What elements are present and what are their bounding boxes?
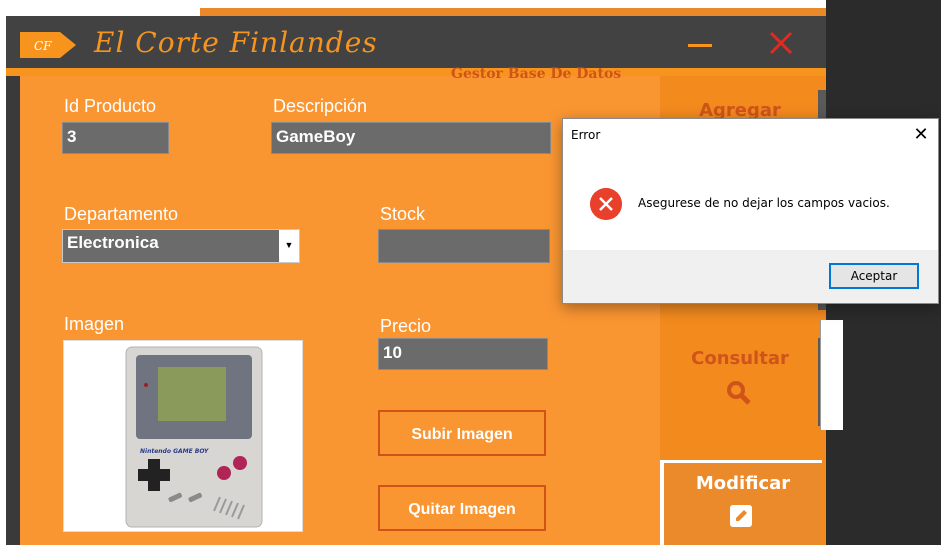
department-select[interactable]: Electronica ▼ [62,229,300,263]
department-label: Departamento [64,204,179,224]
dialog-message: Asegurese de no dejar los campos vacios. [638,196,890,210]
app-title: El Corte Finlandes [94,26,378,59]
error-dialog: Error ✕ Asegurese de no dejar los campos… [562,118,939,304]
upload-image-button[interactable]: Subir Imagen [378,410,546,456]
modify-label: Modificar [695,473,791,494]
window-top-strip [200,8,826,16]
background-panel [820,320,843,430]
remove-image-button[interactable]: Quitar Imagen [378,485,546,531]
close-window-button[interactable] [764,26,798,60]
modify-button[interactable]: Modificar [664,463,822,545]
stock-label: Stock [380,204,426,224]
chevron-down-icon[interactable]: ▼ [279,230,299,262]
image-label: Imagen [64,314,125,334]
dialog-close-button[interactable]: ✕ [910,123,932,145]
dialog-title: Error [571,128,601,142]
dialog-footer: Aceptar [563,250,938,303]
product-image: Nintendo GAME BOY [63,340,303,532]
pencil-icon [730,505,752,527]
accept-button[interactable]: Aceptar [829,263,919,289]
stock-field[interactable] [378,229,550,263]
logo-badge: CF [20,32,76,58]
error-icon [590,188,622,220]
description-field[interactable]: GameBoy [271,122,551,154]
gameboy-brand-text: Nintendo GAME BOY [140,448,209,455]
modify-button-area: Modificar [660,460,822,545]
department-value: Electronica [67,233,159,252]
id-label: Id Producto [64,96,157,116]
price-field[interactable]: 10 [378,338,548,370]
app-subtitle: Gestor Base De Datos [451,66,622,82]
description-label: Descripción [273,96,368,116]
minimize-button[interactable] [686,36,716,52]
gameboy-image: Nintendo GAME BOY [125,346,263,528]
id-field[interactable]: 3 [62,122,169,154]
logo-text: CF [34,39,52,53]
title-bar: CF El Corte Finlandes [6,16,826,68]
price-label: Precio [380,316,432,336]
title-underline [6,68,826,76]
search-icon[interactable] [726,380,752,406]
query-button[interactable]: Consultar [660,348,820,369]
close-icon [769,31,793,55]
